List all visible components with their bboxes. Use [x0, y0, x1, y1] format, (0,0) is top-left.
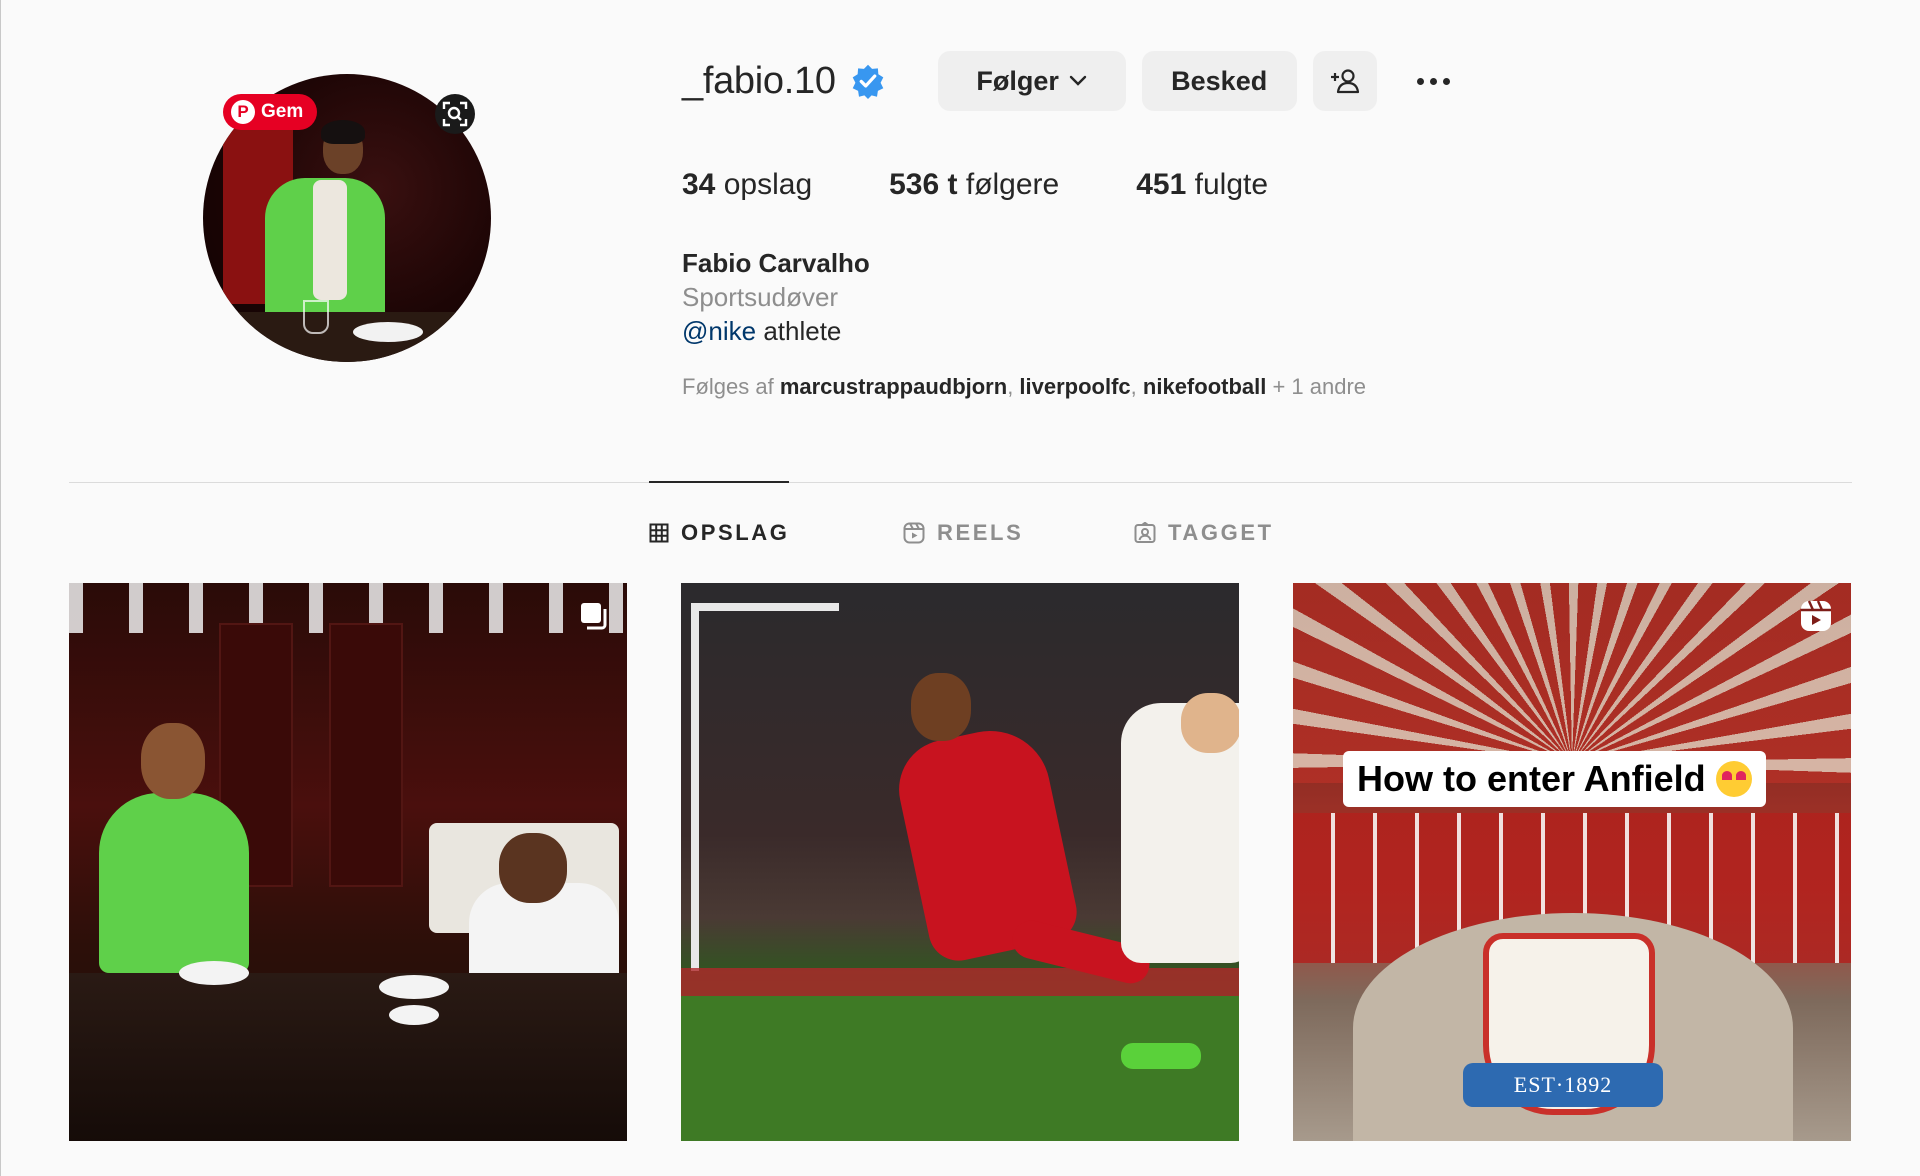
followed-by-prefix: Følges af [682, 374, 780, 399]
followed-by-suffix: + 1 andre [1266, 374, 1367, 399]
posts-count: 34 [682, 168, 716, 201]
followed-by[interactable]: Følges af marcustrappaudbjorn, liverpool… [682, 374, 1366, 400]
profile-page: P Gem _fabio.10 Følger Besked 34 opslag … [0, 0, 1920, 1176]
post-image-player-head [911, 673, 971, 741]
post-thumbnail[interactable]: EST·1892 How to enter Anfield [1293, 583, 1851, 1141]
followers-stat[interactable]: 536 t følgere [889, 168, 1059, 202]
post-image-advertising-board [681, 968, 1239, 996]
pinterest-icon: P [231, 100, 255, 124]
post-image-plate [389, 1005, 439, 1025]
post-image-goal [691, 603, 839, 971]
multiple-images-icon [581, 603, 607, 630]
followers-label: følgere [965, 168, 1060, 201]
chevron-down-icon [1069, 75, 1087, 86]
post-image-player-head [1181, 693, 1239, 753]
active-tab-indicator [649, 481, 789, 483]
avatar-plate [353, 322, 423, 342]
post-image-panel [329, 623, 403, 887]
bio-mention-link[interactable]: @nike [682, 316, 756, 346]
followed-by-separator: , [1130, 374, 1143, 399]
more-options-icon[interactable] [1409, 56, 1459, 106]
pinterest-save-label: Gem [261, 101, 304, 122]
profile-bio: Fabio Carvalho Sportsudøver @nike athlet… [682, 246, 870, 348]
reels-icon [903, 522, 925, 544]
posts-label: opslag [723, 168, 813, 201]
profile-full-name: Fabio Carvalho [682, 248, 870, 278]
heart-eyes-emoji-icon [1715, 761, 1752, 797]
post-caption-overlay: How to enter Anfield [1343, 751, 1766, 807]
following-button[interactable]: Følger [937, 51, 1126, 111]
following-count: 451 [1136, 168, 1187, 201]
tagged-icon [1134, 522, 1156, 543]
avatar-table [203, 312, 491, 362]
post-image-person [99, 793, 249, 973]
post-caption-text: How to enter Anfield [1357, 758, 1706, 799]
reel-icon [1801, 600, 1831, 631]
profile-username: _fabio.10 [682, 59, 836, 102]
post-image-boot [1121, 1043, 1201, 1069]
avatar-glass [303, 300, 329, 334]
tab-reels-label: REELS [937, 520, 1024, 545]
tab-reels[interactable]: REELS [903, 520, 1023, 546]
profile-category: Sportsudøver [682, 282, 839, 312]
post-thumbnail[interactable] [681, 583, 1239, 1141]
more-dot [1443, 77, 1451, 85]
verified-badge-icon [852, 64, 883, 99]
followed-by-user: marcustrappaudbjorn [779, 374, 1008, 399]
visual-search-icon [442, 101, 468, 127]
profile-avatar-container: P Gem [203, 74, 491, 362]
post-image-table [69, 973, 627, 1141]
followed-by-user: liverpoolfc [1019, 374, 1131, 399]
profile-tabs: OPSLAG REELS TAGGET [1, 520, 1920, 550]
followed-by-user: nikefootball [1142, 374, 1267, 399]
following-button-label: Følger [976, 65, 1059, 96]
tab-posts-label: OPSLAG [681, 520, 790, 545]
bio-text-after-mention: athlete [756, 316, 842, 346]
add-user-icon [1330, 69, 1359, 94]
post-image-crest-ribbon: EST·1892 [1463, 1063, 1663, 1107]
following-stat[interactable]: 451 fulgte [1136, 168, 1268, 202]
profile-stats: 34 opslag 536 t følgere 451 fulgte [682, 168, 1345, 202]
message-button[interactable]: Besked [1141, 51, 1297, 111]
tabs-divider [69, 482, 1852, 483]
visual-search-button[interactable] [435, 94, 475, 134]
post-image-plate [379, 975, 449, 999]
suggested-accounts-button[interactable] [1312, 51, 1377, 111]
bio-text: @nike athlete [682, 314, 870, 348]
grid-icon [649, 523, 669, 543]
message-button-label: Besked [1171, 65, 1268, 96]
post-image-person-head [141, 723, 205, 799]
more-dot [1417, 77, 1425, 85]
post-thumbnail[interactable] [69, 583, 627, 1141]
avatar-person-hair [321, 120, 365, 144]
more-dot [1430, 77, 1438, 85]
followed-by-separator: , [1007, 374, 1020, 399]
tab-posts[interactable]: OPSLAG [649, 520, 790, 546]
following-label: fulgte [1194, 168, 1269, 201]
tab-tagged[interactable]: TAGGET [1134, 520, 1274, 546]
post-image-plate [179, 961, 249, 985]
tab-tagged-label: TAGGET [1168, 520, 1274, 545]
followers-count: 536 t [889, 168, 958, 201]
post-image-person-head [499, 833, 567, 903]
pinterest-save-button[interactable]: P Gem [223, 94, 318, 130]
profile-header: _fabio.10 Følger Besked [682, 50, 1459, 112]
posts-count-stat: 34 opslag [682, 168, 812, 202]
avatar-person-shirt [313, 180, 347, 300]
